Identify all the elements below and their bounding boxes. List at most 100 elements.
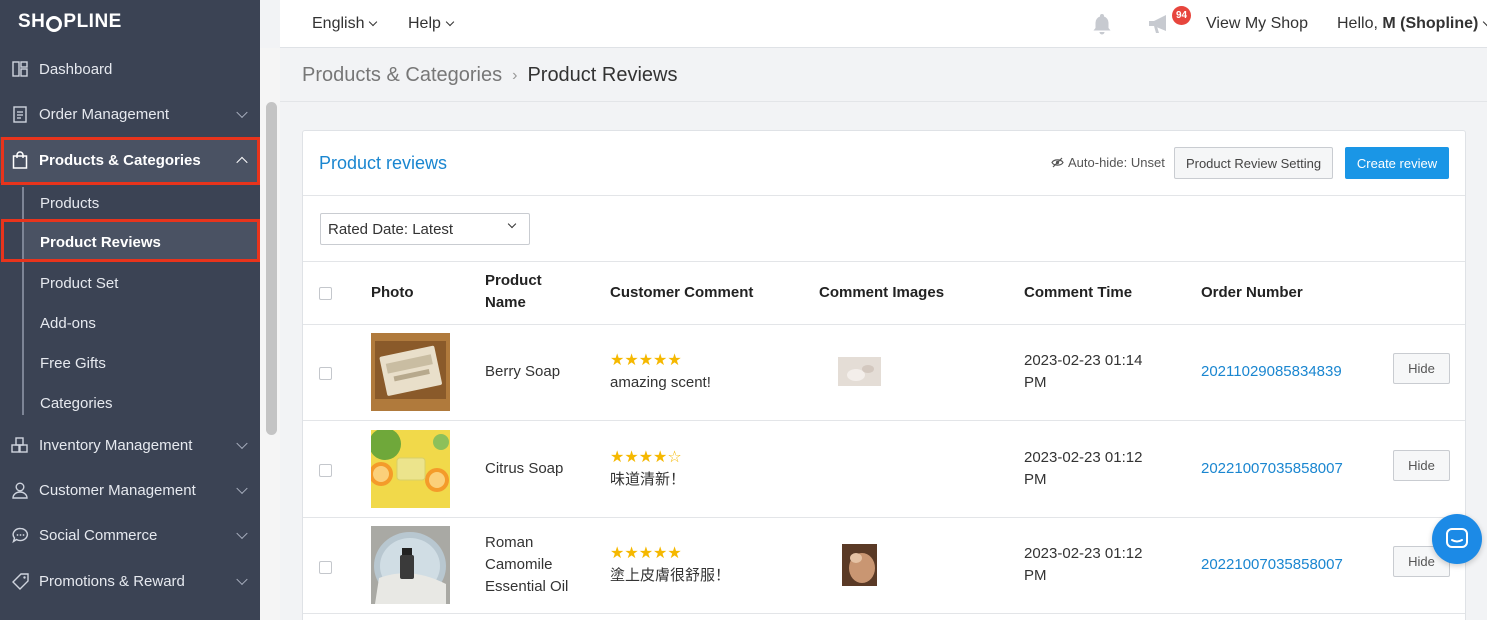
divider xyxy=(303,517,1465,518)
chevron-down-icon xyxy=(236,482,248,495)
divider xyxy=(303,324,1465,325)
column-header-comment-time: Comment Time xyxy=(1024,284,1133,301)
comment-time: 2023-02-23 01:12 PM xyxy=(1024,447,1142,491)
product-name: Berry Soap xyxy=(485,363,561,380)
sidebar-item-label: Inventory Management xyxy=(39,436,193,454)
comment-time-ampm: PM xyxy=(1024,471,1047,488)
sidebar-scrollbar-thumb[interactable] xyxy=(266,102,277,435)
sidebar-item-label: Customer Management xyxy=(39,481,196,499)
comment-image-thumbnail[interactable] xyxy=(842,544,877,591)
product-photo-roman-camomile-oil[interactable] xyxy=(371,526,450,604)
sidebar-item-products-categories[interactable]: Products & Categories xyxy=(0,137,260,183)
order-number-link[interactable]: 20211029085834839 xyxy=(1201,363,1342,380)
sidebar-subitem-products[interactable]: Products xyxy=(24,186,260,220)
breadcrumb-separator-icon: › xyxy=(512,66,518,84)
column-header-product-name: Product Name xyxy=(485,270,542,314)
user-icon xyxy=(11,481,29,499)
sidebar: SH PLINE Dashboard Order Management Produ… xyxy=(0,0,260,620)
hide-button[interactable]: Hide xyxy=(1393,450,1450,481)
chevron-down-icon xyxy=(445,17,455,27)
sidebar-item-label: Social Commerce xyxy=(39,526,158,544)
sidebar-item-label: Promotions & Reward xyxy=(39,572,185,590)
sidebar-item-inventory-management[interactable]: Inventory Management xyxy=(0,426,260,464)
chevron-down-icon xyxy=(1483,17,1487,27)
greeting-text: Hello, xyxy=(1337,15,1383,32)
panel-title: Product reviews xyxy=(319,153,448,173)
view-my-shop-label: View My Shop xyxy=(1206,15,1308,32)
sort-select[interactable]: Rated Date: Latest xyxy=(320,213,530,245)
user-name: M (Shopline) xyxy=(1382,15,1479,32)
shopline-logo[interactable]: SH PLINE xyxy=(0,0,260,44)
comment-time: 2023-02-23 01:14 PM xyxy=(1024,350,1142,394)
customer-comment: 味道清新！ xyxy=(610,471,686,488)
order-number-link[interactable]: 20221007035858007 xyxy=(1201,556,1343,573)
chat-bubble-icon xyxy=(11,526,29,544)
subitem-label: Free Gifts xyxy=(40,354,106,372)
sidebar-subitem-add-ons[interactable]: Add-ons xyxy=(24,306,260,340)
header-line: Name xyxy=(485,294,526,311)
product-review-setting-button[interactable]: Product Review Setting xyxy=(1174,147,1333,179)
product-name-line: Camomile xyxy=(485,556,553,573)
breadcrumb-current: Product Reviews xyxy=(527,64,678,86)
chevron-down-icon xyxy=(369,17,378,27)
order-icon xyxy=(11,105,29,123)
sidebar-item-dashboard[interactable]: Dashboard xyxy=(0,50,260,88)
divider xyxy=(303,613,1465,614)
sort-select-value: Rated Date: Latest xyxy=(328,220,454,238)
chevron-up-icon xyxy=(236,156,248,169)
sidebar-item-order-management[interactable]: Order Management xyxy=(0,95,260,133)
auto-hide-status: Auto-hide: Unset xyxy=(1051,155,1165,170)
help-label: Help xyxy=(408,15,441,32)
create-review-button[interactable]: Create review xyxy=(1345,147,1449,179)
row-checkbox[interactable] xyxy=(319,367,332,380)
divider xyxy=(303,420,1465,421)
sidebar-item-label: Order Management xyxy=(39,105,170,123)
comment-time: 2023-02-23 01:12 PM xyxy=(1024,543,1142,587)
view-my-shop-link[interactable]: View My Shop xyxy=(1206,0,1308,48)
breadcrumb-parent[interactable]: Products & Categories xyxy=(302,64,502,87)
divider xyxy=(280,101,1487,102)
chevron-down-icon xyxy=(236,106,248,119)
order-number-link[interactable]: 20221007035858007 xyxy=(1201,460,1343,477)
row-checkbox[interactable] xyxy=(319,561,332,574)
help-dropdown[interactable]: Help xyxy=(408,0,455,48)
column-header-comment-images: Comment Images xyxy=(819,284,945,301)
chevron-down-icon xyxy=(236,437,248,450)
sidebar-item-social-commerce[interactable]: Social Commerce xyxy=(0,516,260,554)
header-line: Product xyxy=(485,272,542,289)
user-menu[interactable]: Hello, M (Shopline) xyxy=(1337,0,1487,48)
product-photo-citrus-soap[interactable] xyxy=(369,428,450,508)
sidebar-item-label: Dashboard xyxy=(39,60,113,78)
comment-time-ampm: PM xyxy=(1024,567,1047,584)
select-all-checkbox[interactable] xyxy=(319,287,332,300)
sidebar-subitem-product-reviews[interactable]: Product Reviews xyxy=(24,222,260,262)
eye-slash-icon xyxy=(1051,157,1064,168)
megaphone-icon[interactable] xyxy=(1146,0,1174,48)
comment-time-date: 2023-02-23 01:12 xyxy=(1024,545,1143,562)
column-header-customer-comment: Customer Comment xyxy=(610,284,754,301)
product-photo-berry-soap[interactable] xyxy=(371,333,450,411)
subitem-label: Product Set xyxy=(40,274,119,292)
subitem-label: Add-ons xyxy=(40,314,96,332)
bell-icon[interactable] xyxy=(1090,0,1114,48)
chevron-down-icon xyxy=(507,219,517,229)
product-name: Roman Camomile Essential Oil xyxy=(485,532,568,598)
rating-stars: ★★★★★ xyxy=(610,352,682,369)
sidebar-subitem-free-gifts[interactable]: Free Gifts xyxy=(24,346,260,380)
bag-icon xyxy=(11,151,29,169)
subitem-label: Products xyxy=(40,194,100,212)
column-header-order-number: Order Number xyxy=(1201,284,1303,301)
subitem-label: Product Reviews xyxy=(40,233,161,251)
hide-button[interactable]: Hide xyxy=(1393,353,1450,384)
breadcrumb: Products & Categories › Product Reviews xyxy=(302,64,678,87)
divider xyxy=(303,195,1465,196)
language-dropdown[interactable]: English xyxy=(312,0,378,48)
sidebar-subitem-product-set[interactable]: Product Set xyxy=(24,266,260,300)
rating-stars: ★★★★★ xyxy=(610,545,682,562)
comment-image-thumbnail[interactable] xyxy=(838,357,881,391)
row-checkbox[interactable] xyxy=(319,464,332,477)
sidebar-subitem-categories[interactable]: Categories xyxy=(24,386,260,420)
sidebar-item-promotions-reward[interactable]: Promotions & Reward xyxy=(0,562,260,600)
sidebar-item-customer-management[interactable]: Customer Management xyxy=(0,471,260,509)
live-chat-launcher[interactable] xyxy=(1432,514,1482,564)
